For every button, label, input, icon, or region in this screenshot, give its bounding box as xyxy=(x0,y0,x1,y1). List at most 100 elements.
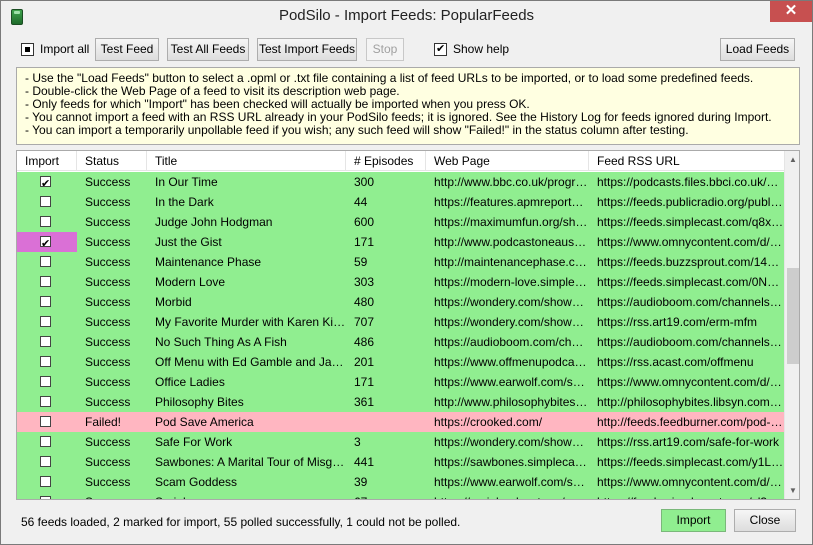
web-page-cell[interactable]: http://maintenancephase.com/... xyxy=(426,252,589,272)
import-checkbox[interactable] xyxy=(40,416,51,427)
import-checkbox[interactable] xyxy=(40,456,51,467)
import-checkbox[interactable] xyxy=(40,234,51,252)
web-page-cell[interactable]: http://www.podcastoneaustr... xyxy=(426,232,589,252)
web-page-cell[interactable]: https://crooked.com/ xyxy=(426,412,589,432)
table-row[interactable]: Success Sawbones: A Marital Tour of Misgu… xyxy=(17,452,784,472)
close-button[interactable]: Close xyxy=(734,509,796,532)
column-header-feed-rss-url[interactable]: Feed RSS URL xyxy=(589,151,784,171)
import-checkbox[interactable] xyxy=(40,256,51,267)
import-checkbox[interactable] xyxy=(40,296,51,307)
import-checkbox[interactable] xyxy=(40,396,51,407)
import-feeds-dialog: PodSilo - Import Feeds: PopularFeeds ✕ I… xyxy=(0,0,813,545)
table-row[interactable]: Success Modern Love 303 https://modern-love… xyxy=(17,272,784,292)
title-cell: Serial xyxy=(147,492,346,499)
scroll-thumb[interactable] xyxy=(787,268,799,364)
episodes-cell: 171 xyxy=(354,235,375,249)
window-close-button[interactable]: ✕ xyxy=(770,1,812,22)
table-row[interactable]: Success In Our Time 300 http://www.bbc.co.u… xyxy=(17,172,784,192)
import-all-checkbox[interactable] xyxy=(21,43,34,56)
stop-button[interactable]: Stop xyxy=(366,38,404,61)
test-all-feeds-button[interactable]: Test All Feeds xyxy=(167,38,249,61)
web-page-cell[interactable]: https://sawbones.simplecast.c... xyxy=(426,452,589,472)
import-cell xyxy=(17,472,77,492)
web-page-cell[interactable]: https://modern-love.simplecast... xyxy=(426,272,589,292)
feeds-grid[interactable]: Import Status Title # Episodes Web Page … xyxy=(16,150,800,500)
column-header-import[interactable]: Import xyxy=(17,151,77,171)
column-header-status[interactable]: Status xyxy=(77,151,147,171)
web-page-cell[interactable]: https://www.offmenupodcast.... xyxy=(426,352,589,372)
title-cell: In the Dark xyxy=(155,195,214,209)
test-feed-button[interactable]: Test Feed xyxy=(95,38,159,61)
import-cell xyxy=(17,272,77,292)
feed-rss-url-cell: https://rss.acast.com/offmenu xyxy=(597,355,754,369)
table-row[interactable]: Success In the Dark 44 https://features.apm… xyxy=(17,192,784,212)
table-row[interactable]: Success Safe For Work 3 https://wondery.com… xyxy=(17,432,784,452)
table-row[interactable]: Success Maintenance Phase 59 http://mainten… xyxy=(17,252,784,272)
title-cell: Safe For Work xyxy=(155,435,233,449)
import-cell xyxy=(17,192,77,212)
web-page-cell[interactable]: https://features.apmreports.com... xyxy=(426,192,589,212)
scroll-down-arrow-icon[interactable]: ▼ xyxy=(785,482,799,499)
status-cell: Success xyxy=(85,175,131,189)
import-checkbox[interactable] xyxy=(40,196,51,207)
import-checkbox[interactable] xyxy=(40,496,51,499)
title-cell: Morbid xyxy=(155,295,192,309)
web-page-cell[interactable]: https://audioboom.com/chann... xyxy=(426,332,589,352)
vertical-scrollbar[interactable]: ▲ ▼ xyxy=(784,151,799,499)
load-feeds-button[interactable]: Load Feeds xyxy=(720,38,795,61)
table-row[interactable]: Success Off Menu with Ed Gamble and James… xyxy=(17,352,784,372)
help-panel: - Use the "Load Feeds" button to select … xyxy=(16,67,800,145)
web-page-cell[interactable]: http://www.philosophybites.co... xyxy=(426,392,589,412)
web-page-cell[interactable]: https://wondery.com/shows/s... xyxy=(426,432,589,452)
title-cell: No Such Thing As A Fish xyxy=(155,335,287,349)
import-cell xyxy=(17,332,77,352)
window-title: PodSilo - Import Feeds: PopularFeeds xyxy=(278,7,535,24)
import-checkbox[interactable] xyxy=(40,376,51,387)
import-checkbox[interactable] xyxy=(40,174,51,192)
table-row[interactable]: Success Office Ladies 171 https://www.earwo… xyxy=(17,372,784,392)
column-header-title[interactable]: Title xyxy=(147,151,346,171)
import-checkbox[interactable] xyxy=(40,316,51,327)
show-help-checkbox[interactable] xyxy=(434,42,447,56)
import-checkbox[interactable] xyxy=(40,356,51,367)
web-page-cell[interactable]: http://www.bbc.co.uk/progra... xyxy=(426,172,589,192)
import-cell xyxy=(17,372,77,392)
import-checkbox[interactable] xyxy=(40,436,51,447)
table-row[interactable]: Success Scam Goddess 39 https://www.earwolf… xyxy=(17,472,784,492)
import-button[interactable]: Import xyxy=(661,509,726,532)
help-line: - Use the "Load Feeds" button to select … xyxy=(25,72,754,85)
title-cell: In Our Time xyxy=(155,175,218,189)
scroll-up-arrow-icon[interactable]: ▲ xyxy=(785,151,799,168)
table-row[interactable]: Success Judge John Hodgman 600 https://maxi… xyxy=(17,212,784,232)
column-header-episodes[interactable]: # Episodes xyxy=(346,151,426,171)
table-row[interactable]: Success No Such Thing As A Fish 486 https:/… xyxy=(17,332,784,352)
table-row[interactable]: Failed! Pod Save America https://crooked.c… xyxy=(17,412,784,432)
web-page-cell[interactable]: https://wondery.com/shows/m... xyxy=(426,312,589,332)
show-help-label[interactable]: Show help xyxy=(453,42,509,56)
status-cell: Success xyxy=(85,255,131,269)
import-checkbox[interactable] xyxy=(40,276,51,287)
episodes-cell: 480 xyxy=(354,295,375,309)
import-all-label[interactable]: Import all xyxy=(40,42,89,56)
web-page-cell[interactable]: https://www.earwolf.com/sho... xyxy=(426,372,589,392)
import-checkbox[interactable] xyxy=(40,476,51,487)
web-page-cell[interactable]: https://wondery.com/shows/m... xyxy=(426,292,589,312)
table-row[interactable]: Success My Favorite Murder with Karen Kil… xyxy=(17,312,784,332)
feed-rss-url-cell: https://feeds.simplecast.com/xl36XB... xyxy=(589,492,784,499)
status-cell: Success xyxy=(85,395,131,409)
status-cell: Success xyxy=(85,235,131,249)
test-import-feeds-button[interactable]: Test Import Feeds xyxy=(257,38,357,61)
web-page-cell[interactable]: https://maximumfun.org/shows... xyxy=(426,212,589,232)
import-checkbox[interactable] xyxy=(40,216,51,227)
import-checkbox[interactable] xyxy=(40,336,51,347)
column-header-web-page[interactable]: Web Page xyxy=(426,151,589,171)
help-line: - Only feeds for which "Import" has been… xyxy=(25,98,530,111)
table-row[interactable]: Success Philosophy Bites 361 http://www.phi… xyxy=(17,392,784,412)
web-page-cell[interactable]: https://serialpodcast.org/ xyxy=(426,492,589,499)
table-row[interactable]: Success Just the Gist 171 http://www.podcas… xyxy=(17,232,784,252)
table-row[interactable]: SuccessSerial67https://serialpodcast.org… xyxy=(17,492,784,499)
feed-rss-url-cell: https://feeds.simplecast.com/q8x9cV... xyxy=(597,215,784,229)
table-row[interactable]: Success Morbid 480 https://wondery.com/show… xyxy=(17,292,784,312)
web-page-cell[interactable]: https://www.earwolf.com/sho... xyxy=(426,472,589,492)
status-cell: Success xyxy=(85,435,131,449)
